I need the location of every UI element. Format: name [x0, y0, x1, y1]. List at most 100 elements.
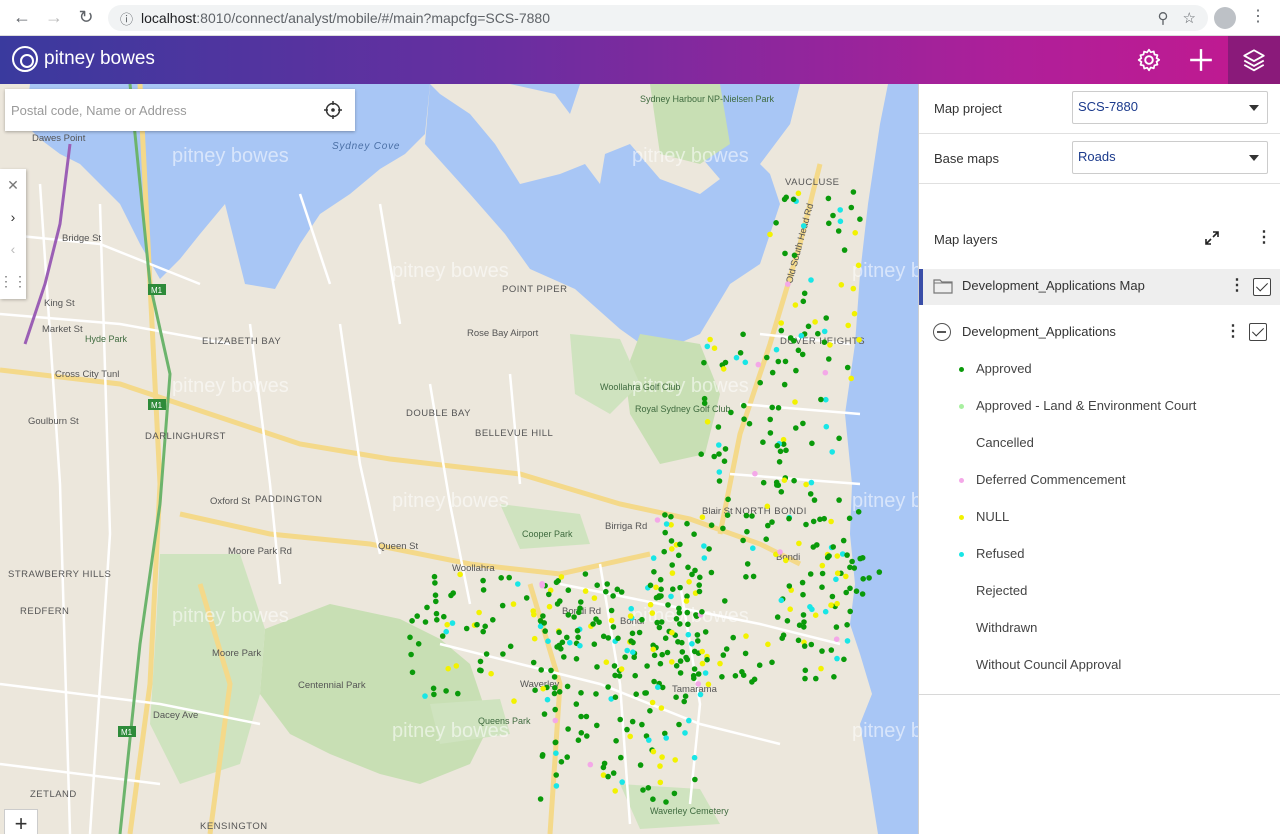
application-point[interactable] [722, 446, 729, 452]
application-point[interactable] [808, 277, 814, 283]
application-point[interactable] [819, 648, 825, 654]
application-point[interactable] [657, 660, 664, 667]
application-point[interactable] [764, 354, 770, 361]
application-point[interactable] [685, 631, 692, 638]
application-point[interactable] [662, 635, 669, 641]
application-point[interactable] [781, 381, 788, 388]
application-point[interactable] [639, 721, 645, 728]
application-point[interactable] [823, 396, 829, 403]
application-point[interactable] [422, 693, 428, 699]
application-point[interactable] [746, 420, 753, 427]
application-point[interactable] [637, 762, 644, 768]
application-point[interactable] [422, 619, 429, 625]
application-point[interactable] [591, 641, 598, 647]
application-point[interactable] [647, 708, 653, 714]
application-point[interactable] [600, 633, 607, 640]
application-point[interactable] [578, 730, 585, 736]
application-point[interactable] [798, 332, 805, 339]
application-point[interactable] [841, 247, 848, 253]
application-point[interactable] [409, 669, 416, 676]
application-point[interactable] [704, 419, 711, 425]
application-point[interactable] [819, 562, 826, 569]
application-point[interactable] [732, 673, 739, 679]
application-point[interactable] [523, 595, 530, 601]
application-point[interactable] [793, 367, 799, 374]
application-point[interactable] [813, 675, 819, 682]
application-point[interactable] [853, 588, 860, 594]
map-canvas[interactable]: pitney bowes pitney bowes pitney bowes p… [0, 84, 918, 834]
application-point[interactable] [624, 647, 630, 654]
application-point[interactable] [669, 562, 675, 568]
application-point[interactable] [834, 600, 840, 607]
application-point[interactable] [800, 591, 806, 598]
application-point[interactable] [685, 621, 691, 628]
application-point[interactable] [851, 310, 858, 317]
application-point[interactable] [675, 639, 681, 645]
application-point[interactable] [830, 212, 836, 219]
application-point[interactable] [431, 573, 438, 580]
application-point[interactable] [540, 613, 546, 619]
application-point[interactable] [796, 540, 802, 547]
application-point[interactable] [408, 651, 414, 658]
application-point[interactable] [809, 440, 815, 447]
application-point[interactable] [663, 521, 670, 527]
application-point[interactable] [720, 525, 726, 532]
application-point[interactable] [594, 582, 600, 588]
application-point[interactable] [741, 402, 747, 409]
application-point[interactable] [821, 339, 828, 345]
application-point[interactable] [690, 672, 697, 679]
application-point[interactable] [749, 513, 755, 519]
application-point[interactable] [773, 220, 779, 226]
application-point[interactable] [722, 598, 728, 604]
application-point[interactable] [846, 515, 853, 522]
application-point[interactable] [433, 598, 439, 605]
application-point[interactable] [439, 633, 446, 639]
application-point[interactable] [676, 610, 683, 616]
application-point[interactable] [844, 622, 850, 628]
application-point[interactable] [805, 323, 812, 330]
application-point[interactable] [673, 616, 680, 622]
application-point[interactable] [831, 674, 837, 680]
application-point[interactable] [822, 608, 829, 615]
application-point[interactable] [775, 405, 782, 411]
application-point[interactable] [441, 613, 447, 620]
application-point[interactable] [541, 711, 548, 717]
application-point[interactable] [774, 442, 781, 449]
application-point[interactable] [722, 359, 729, 366]
application-point[interactable] [750, 573, 757, 580]
application-point[interactable] [552, 685, 558, 691]
application-point[interactable] [553, 772, 559, 778]
application-point[interactable] [608, 617, 615, 624]
application-point[interactable] [844, 552, 850, 558]
application-point[interactable] [819, 584, 825, 590]
application-point[interactable] [480, 577, 486, 584]
application-point[interactable] [615, 635, 621, 642]
application-point[interactable] [443, 628, 450, 635]
application-point[interactable] [608, 607, 615, 614]
application-point[interactable] [860, 576, 866, 582]
application-point[interactable] [557, 598, 563, 604]
application-point[interactable] [629, 718, 636, 725]
application-point[interactable] [800, 420, 806, 427]
application-point[interactable] [807, 604, 813, 610]
application-point[interactable] [542, 628, 548, 634]
application-point[interactable] [644, 663, 650, 669]
application-point[interactable] [835, 228, 842, 234]
application-point[interactable] [612, 672, 618, 679]
application-point[interactable] [834, 570, 841, 576]
application-point[interactable] [799, 579, 806, 586]
application-point[interactable] [859, 591, 866, 597]
application-point[interactable] [559, 639, 566, 646]
application-point[interactable] [834, 553, 841, 559]
application-point[interactable] [612, 694, 619, 700]
application-point[interactable] [696, 582, 702, 588]
application-point[interactable] [717, 660, 723, 667]
application-point[interactable] [774, 614, 781, 620]
application-point[interactable] [704, 343, 711, 350]
application-point[interactable] [724, 512, 731, 518]
application-point[interactable] [795, 190, 802, 197]
layer-group-kebab-icon[interactable]: ⋮ [1229, 278, 1245, 294]
application-point[interactable] [619, 779, 625, 785]
application-point[interactable] [613, 738, 619, 744]
application-point[interactable] [649, 610, 656, 616]
